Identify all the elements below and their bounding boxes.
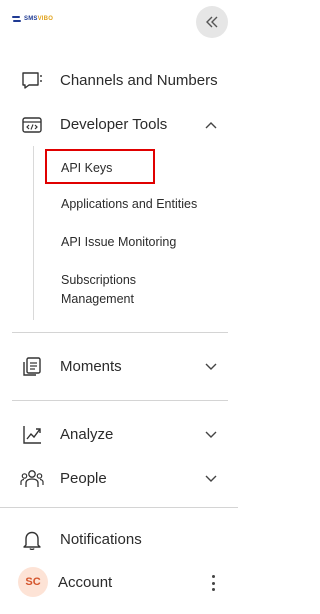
channels-icon [20, 69, 44, 93]
nav-label-people: People [60, 470, 107, 487]
nav-label-channels: Channels and Numbers [60, 72, 218, 89]
avatar[interactable]: SC [18, 567, 48, 597]
nav-label-developer-tools: Developer Tools [60, 116, 168, 133]
kebab-menu-icon[interactable] [206, 572, 220, 594]
submenu-item-api-issue-monitoring[interactable]: API Issue Monitoring [61, 233, 241, 252]
logo-text-accent: VIBO [37, 16, 54, 22]
chevron-down-icon[interactable] [203, 471, 219, 487]
chevron-down-icon[interactable] [203, 427, 219, 443]
chevron-down-icon[interactable] [203, 359, 219, 375]
chevron-up-icon[interactable] [203, 117, 219, 133]
bell-icon [20, 528, 44, 552]
double-chevron-left-icon [206, 16, 218, 28]
divider [12, 332, 228, 333]
divider [0, 507, 238, 508]
moments-icon [20, 355, 44, 379]
submenu-item-applications-and-entities[interactable]: Applications and Entities [61, 195, 241, 214]
nav-label-analyze: Analyze [60, 426, 114, 443]
nav-item-developer-tools[interactable]: Developer Tools [0, 112, 238, 138]
collapse-sidebar-button[interactable] [196, 6, 228, 38]
nav-item-people[interactable]: People [0, 466, 238, 492]
sidebar-header: SMSVIBO [0, 0, 238, 46]
chart-trend-icon [20, 423, 44, 447]
divider [12, 400, 228, 401]
nav-label-account: Account [58, 574, 113, 591]
brand-logo[interactable]: SMSVIBO [12, 16, 53, 22]
nav-item-moments[interactable]: Moments [0, 354, 238, 380]
nav-label-notifications: Notifications [60, 531, 142, 548]
logo-mark-icon [12, 16, 22, 22]
nav-item-analyze[interactable]: Analyze [0, 422, 238, 448]
submenu-guide-line [33, 146, 34, 320]
nav-item-notifications[interactable]: Notifications [0, 527, 238, 553]
code-window-icon [20, 113, 44, 137]
logo-text-prefix: SMS [24, 16, 38, 22]
submenu-item-subscriptions-management[interactable]: Subscriptions Management [61, 271, 171, 309]
submenu-item-api-keys[interactable]: API Keys [45, 149, 155, 184]
nav-label-moments: Moments [60, 358, 122, 375]
nav-item-channels-and-numbers[interactable]: Channels and Numbers [0, 68, 238, 94]
people-icon [20, 467, 44, 491]
